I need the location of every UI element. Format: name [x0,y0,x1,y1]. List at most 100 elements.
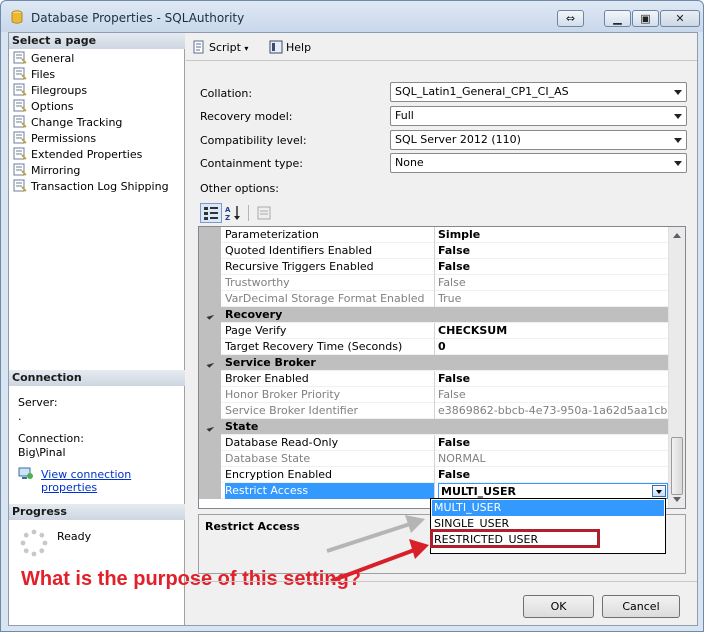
page-icon [13,147,27,160]
page-item-extended-properties[interactable]: Extended Properties [13,147,142,163]
property-row-quoted-identifiers-enabled[interactable]: Quoted Identifiers Enabled False [199,243,669,259]
alphabetical-button[interactable]: A Z [223,203,245,223]
containment-type-combo[interactable]: None [390,153,687,173]
maximize-icon: ▣ [640,12,651,25]
chevron-down-icon [674,138,682,143]
page-item-permissions[interactable]: Permissions [13,131,96,147]
maximize-button[interactable]: ▣ [632,10,659,27]
property-row-broker-enabled[interactable]: Broker Enabled False [199,371,669,387]
page-icon [13,115,27,128]
property-grid-scrollbar[interactable] [668,227,685,508]
property-value[interactable]: False [438,243,668,259]
restricted-user-highlight-box [430,529,600,548]
property-value[interactable]: False [438,371,668,387]
minimize-button[interactable]: ▁ [604,10,631,27]
property-row-database-read-only[interactable]: Database Read-Only False [199,435,669,451]
script-icon [193,40,204,54]
toolbar: Script ▾ Help [186,33,697,61]
property-row-database-state[interactable]: Database State NORMAL [199,451,669,467]
property-name: Honor Broker Priority [225,387,435,403]
property-value[interactable]: NORMAL [438,451,668,467]
containment-type-label: Containment type: [200,157,304,170]
ok-button[interactable]: OK [523,595,594,618]
property-value[interactable]: False [438,275,668,291]
property-name: Quoted Identifiers Enabled [225,243,435,259]
close-button[interactable]: ✕ [660,10,700,27]
page-item-files[interactable]: Files [13,67,55,83]
scroll-down-icon[interactable] [673,497,681,502]
chevron-down-icon [674,90,682,95]
view-connection-properties-link[interactable]: View connection properties [41,468,184,494]
category-row-state[interactable]: State [199,419,669,435]
script-dropdown-icon: ▾ [244,44,249,53]
property-value[interactable]: True [438,291,668,307]
dropdown-arrow-icon[interactable] [652,485,666,497]
progress-spinner-icon [20,529,48,557]
property-value[interactable]: False [438,259,668,275]
page-item-label: Change Tracking [31,116,123,129]
property-value[interactable]: False [438,467,668,483]
restore-icon: ⇔ [565,12,576,25]
script-button[interactable]: Script ▾ [192,40,248,56]
compatibility-level-value: SQL Server 2012 (110) [395,133,521,146]
cancel-button[interactable]: Cancel [602,595,680,618]
compatibility-level-label: Compatibility level: [200,134,307,147]
property-row-restrict-access[interactable]: Restrict Access MULTI_USER [199,483,669,499]
category-row-recovery[interactable]: Recovery [199,307,669,323]
property-value[interactable]: CHECKSUM [438,323,668,339]
row-gutter [199,323,221,339]
collation-combo[interactable]: SQL_Latin1_General_CP1_CI_AS [390,82,687,102]
compatibility-level-combo[interactable]: SQL Server 2012 (110) [390,130,687,150]
category-name: State [225,420,259,433]
property-row-parameterization[interactable]: Parameterization Simple [199,227,669,243]
row-gutter [199,483,221,499]
property-row-vardecimal-storage-format-enabled[interactable]: VarDecimal Storage Format Enabled True [199,291,669,307]
recovery-model-label: Recovery model: [200,110,293,123]
property-row-target-recovery-time-seconds-[interactable]: Target Recovery Time (Seconds) 0 [199,339,669,355]
property-row-service-broker-identifier[interactable]: Service Broker Identifier e3869862-bbcb-4… [199,403,669,419]
page-item-options[interactable]: Options [13,99,73,115]
sort-alphabetical-icon: A Z [225,206,240,222]
property-row-honor-broker-priority[interactable]: Honor Broker Priority False [199,387,669,403]
row-gutter [199,291,221,307]
help-button[interactable]: Help [269,40,311,56]
category-row-service-broker[interactable]: Service Broker [199,355,669,371]
property-value[interactable]: False [438,435,668,451]
property-name: Broker Enabled [225,371,435,387]
title-bar[interactable]: Database Properties - SQLAuthority ⇔ ▁ ▣… [1,1,703,32]
property-name: Database Read-Only [225,435,435,451]
restore-button[interactable]: ⇔ [557,10,584,27]
window-title: Database Properties - SQLAuthority [31,11,245,25]
help-icon [269,40,283,54]
property-row-encryption-enabled[interactable]: Encryption Enabled False [199,467,669,483]
property-value[interactable]: False [438,387,668,403]
property-pages-button[interactable] [253,203,275,223]
property-row-trustworthy[interactable]: Trustworthy False [199,275,669,291]
scroll-up-icon[interactable] [673,233,681,238]
property-row-recursive-triggers-enabled[interactable]: Recursive Triggers Enabled False [199,259,669,275]
page-item-general[interactable]: General [13,51,74,67]
category-name: Recovery [225,308,283,321]
collation-label: Collation: [200,87,253,100]
property-row-page-verify[interactable]: Page Verify CHECKSUM [199,323,669,339]
scroll-thumb[interactable] [671,437,683,495]
dropdown-option-multi-user[interactable]: MULTI_USER [432,500,664,516]
page-item-label: Filegroups [31,84,88,97]
page-item-transaction-log-shipping[interactable]: Transaction Log Shipping [13,179,169,195]
property-name: Parameterization [225,227,435,243]
property-grid[interactable]: Parameterization Simple Quoted Identifiers… [198,226,686,509]
page-item-change-tracking[interactable]: Change Tracking [13,115,122,131]
property-value[interactable]: e3869862-bbcb-4e73-950a-1a62d5aa1cb0 [438,403,668,419]
page-item-mirroring[interactable]: Mirroring [13,163,80,179]
page-icon [13,99,27,112]
recovery-model-combo[interactable]: Full [390,106,687,126]
property-value[interactable]: 0 [438,339,668,355]
property-value: MULTI_USER [441,485,517,498]
dialog-client: Select a page General Files Filegroups Opti… [8,32,698,626]
page-item-filegroups[interactable]: Filegroups [13,83,87,99]
page-icon [13,179,27,192]
restrict-access-editor[interactable]: MULTI_USER [438,483,668,499]
categorized-button[interactable] [200,203,222,223]
property-value[interactable]: Simple [438,227,668,243]
row-gutter [199,339,221,355]
